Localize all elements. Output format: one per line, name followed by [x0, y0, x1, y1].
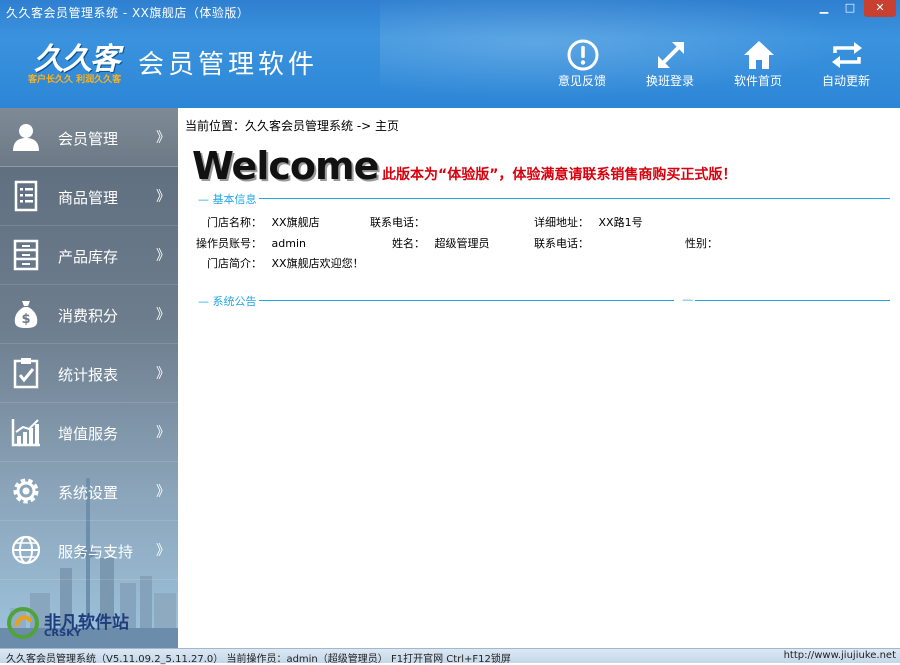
sidebar-item-goods[interactable]: 商品管理 》: [0, 167, 178, 226]
chevron-right-icon: 》: [156, 307, 170, 323]
sidebar-item-settings[interactable]: 系统设置 》: [0, 462, 178, 521]
operator-account-label: 操作员账号：: [196, 237, 262, 250]
operator-phone-label: 联系电话：: [534, 237, 589, 250]
sidebar-label-goods: 商品管理: [58, 189, 119, 207]
operator-account-row: 操作员账号： admin: [196, 235, 306, 251]
watermark-sub-text: CRSKY: [44, 628, 82, 639]
notice-right-title: —: [680, 293, 695, 306]
sidebar-item-member[interactable]: 会员管理 》: [0, 108, 178, 167]
chevron-right-icon: 》: [156, 366, 170, 382]
gender-row: 性别：: [685, 235, 718, 251]
gear-icon: [13, 478, 39, 504]
chevron-right-icon: 》: [156, 484, 170, 500]
sidebar-item-support[interactable]: 服务与支持 》: [0, 521, 178, 580]
sidebar-label-member: 会员管理: [58, 130, 119, 148]
software-home-label: 软件首页: [733, 74, 782, 88]
title-bar: 久久客会员管理系统 - XX旗舰店（体验版） ▁ □ ✕: [0, 0, 900, 24]
phone-label: 联系电话：: [370, 216, 425, 229]
shift-login-label: 换班登录: [645, 74, 694, 88]
chevron-right-icon: 》: [156, 189, 170, 205]
clipboard-check-icon: [13, 358, 39, 389]
sidebar-item-inventory[interactable]: 产品库存 》: [0, 226, 178, 285]
section-divider: [196, 300, 674, 301]
bar-chart-icon: [11, 419, 40, 447]
chevron-right-icon: 》: [156, 425, 170, 441]
gender-label: 性别：: [685, 237, 718, 250]
software-home-button[interactable]: 软件首页: [714, 38, 802, 94]
refresh-arrows-icon: [832, 42, 862, 68]
auto-update-label: 自动更新: [821, 74, 870, 88]
operator-name-row: 姓名： 超级管理员: [392, 235, 490, 251]
welcome-heading: Welcome: [192, 144, 379, 188]
sidebar-label-reports: 统计报表: [58, 366, 119, 384]
basic-info-title-text: 基本信息: [212, 193, 257, 206]
address-row: 详细地址： XX路1号: [534, 214, 643, 230]
sidebar-label-points: 消费积分: [58, 307, 119, 325]
document-list-icon: [14, 180, 38, 212]
sidebar-label-inventory: 产品库存: [58, 248, 119, 266]
chevron-right-icon: 》: [156, 248, 170, 264]
expand-arrows-icon: [658, 42, 684, 68]
notice-section-header: — 系统公告 —: [196, 293, 890, 309]
sidebar-label-settings: 系统设置: [58, 484, 119, 502]
basic-info-section-header: — 基本信息: [196, 191, 890, 207]
globe-icon: [11, 535, 41, 565]
breadcrumb: 当前位置：久久客会员管理系统 -> 主页: [185, 119, 400, 133]
store-intro-value: XX旗舰店欢迎您！: [271, 257, 364, 270]
operator-account-value: admin: [271, 237, 306, 250]
minimize-button[interactable]: ▁: [812, 0, 836, 17]
auto-update-button[interactable]: 自动更新: [802, 38, 890, 94]
sidebar-label-value-added: 增值服务: [58, 425, 119, 443]
phone-row: 联系电话：: [370, 214, 425, 230]
website-link[interactable]: http://www.jiujiuke.net: [784, 650, 896, 661]
store-name-row: 门店名称： XX旗舰店: [207, 214, 320, 230]
home-icon: [744, 41, 774, 69]
notice-title-text: 系统公告: [212, 295, 257, 308]
shift-login-button[interactable]: 换班登录: [626, 38, 714, 94]
app-window: 久久客会员管理系统 - XX旗舰店（体验版） ▁ □ ✕ 久久客 客户长久久 利…: [0, 0, 900, 665]
address-label: 详细地址：: [534, 216, 589, 229]
user-icon: [13, 124, 39, 151]
sidebar-label-support: 服务与支持: [58, 543, 134, 561]
trial-version-notice: 此版本为“体验版”，体验满意请联系销售商购买正式版！: [382, 167, 737, 183]
section-divider-right: [680, 300, 890, 301]
money-bag-icon: $: [14, 301, 38, 328]
operator-name-value: 超级管理员: [434, 237, 490, 250]
feedback-button[interactable]: 意见反馈: [538, 38, 626, 94]
window-title: 久久客会员管理系统 - XX旗舰店（体验版）: [6, 6, 250, 20]
operator-phone-row: 联系电话：: [534, 235, 589, 251]
notice-title: — 系统公告: [196, 293, 259, 309]
store-intro-row: 门店简介： XX旗舰店欢迎您！: [207, 255, 364, 271]
store-name-value: XX旗舰店: [271, 216, 320, 229]
header: 久久客会员管理系统 - XX旗舰店（体验版） ▁ □ ✕ 久久客 客户长久久 利…: [0, 0, 900, 108]
maximize-button[interactable]: □: [838, 0, 862, 17]
logo-slogan: 客户长久久 利润久久客: [28, 75, 122, 85]
section-divider: [196, 198, 890, 199]
watermark-logo: 非凡软件站 CRSKY: [6, 606, 156, 640]
operator-name-label: 姓名：: [392, 237, 425, 250]
address-value: XX路1号: [598, 216, 643, 229]
watermark-swirl-icon: [7, 607, 39, 639]
sidebar: 会员管理 》 商品管理 》 产品库存 》 $ 消费积分 》 统计报表 》 增值服…: [0, 108, 178, 648]
svg-text:$: $: [21, 312, 30, 327]
status-bar: 久久客会员管理系统（V5.11.09.2_5.11.27.0） 当前操作员：ad…: [0, 648, 900, 665]
chevron-right-icon: 》: [156, 543, 170, 559]
app-name: 会员管理软件: [138, 50, 319, 80]
main-content: 当前位置：久久客会员管理系统 -> 主页 Welcome 此版本为“体验版”，体…: [178, 108, 900, 648]
close-button[interactable]: ✕: [864, 0, 896, 17]
store-intro-label: 门店简介：: [207, 257, 262, 270]
window-controls: ▁ □ ✕: [812, 0, 896, 17]
cabinet-icon: [13, 239, 39, 271]
sidebar-item-value-added[interactable]: 增值服务 》: [0, 403, 178, 462]
brand-logo: 久久客 客户长久久 利润久久客: [28, 34, 128, 90]
sidebar-item-reports[interactable]: 统计报表 》: [0, 344, 178, 403]
basic-info-title: — 基本信息: [196, 191, 259, 207]
sidebar-item-points[interactable]: $ 消费积分 》: [0, 285, 178, 344]
feedback-label: 意见反馈: [557, 74, 606, 88]
chevron-right-icon: 》: [156, 130, 170, 146]
header-toolbar: 意见反馈 换班登录 软件首页 自动更新: [538, 38, 890, 94]
exclamation-circle-icon: [567, 39, 599, 71]
store-name-label: 门店名称：: [207, 216, 262, 229]
